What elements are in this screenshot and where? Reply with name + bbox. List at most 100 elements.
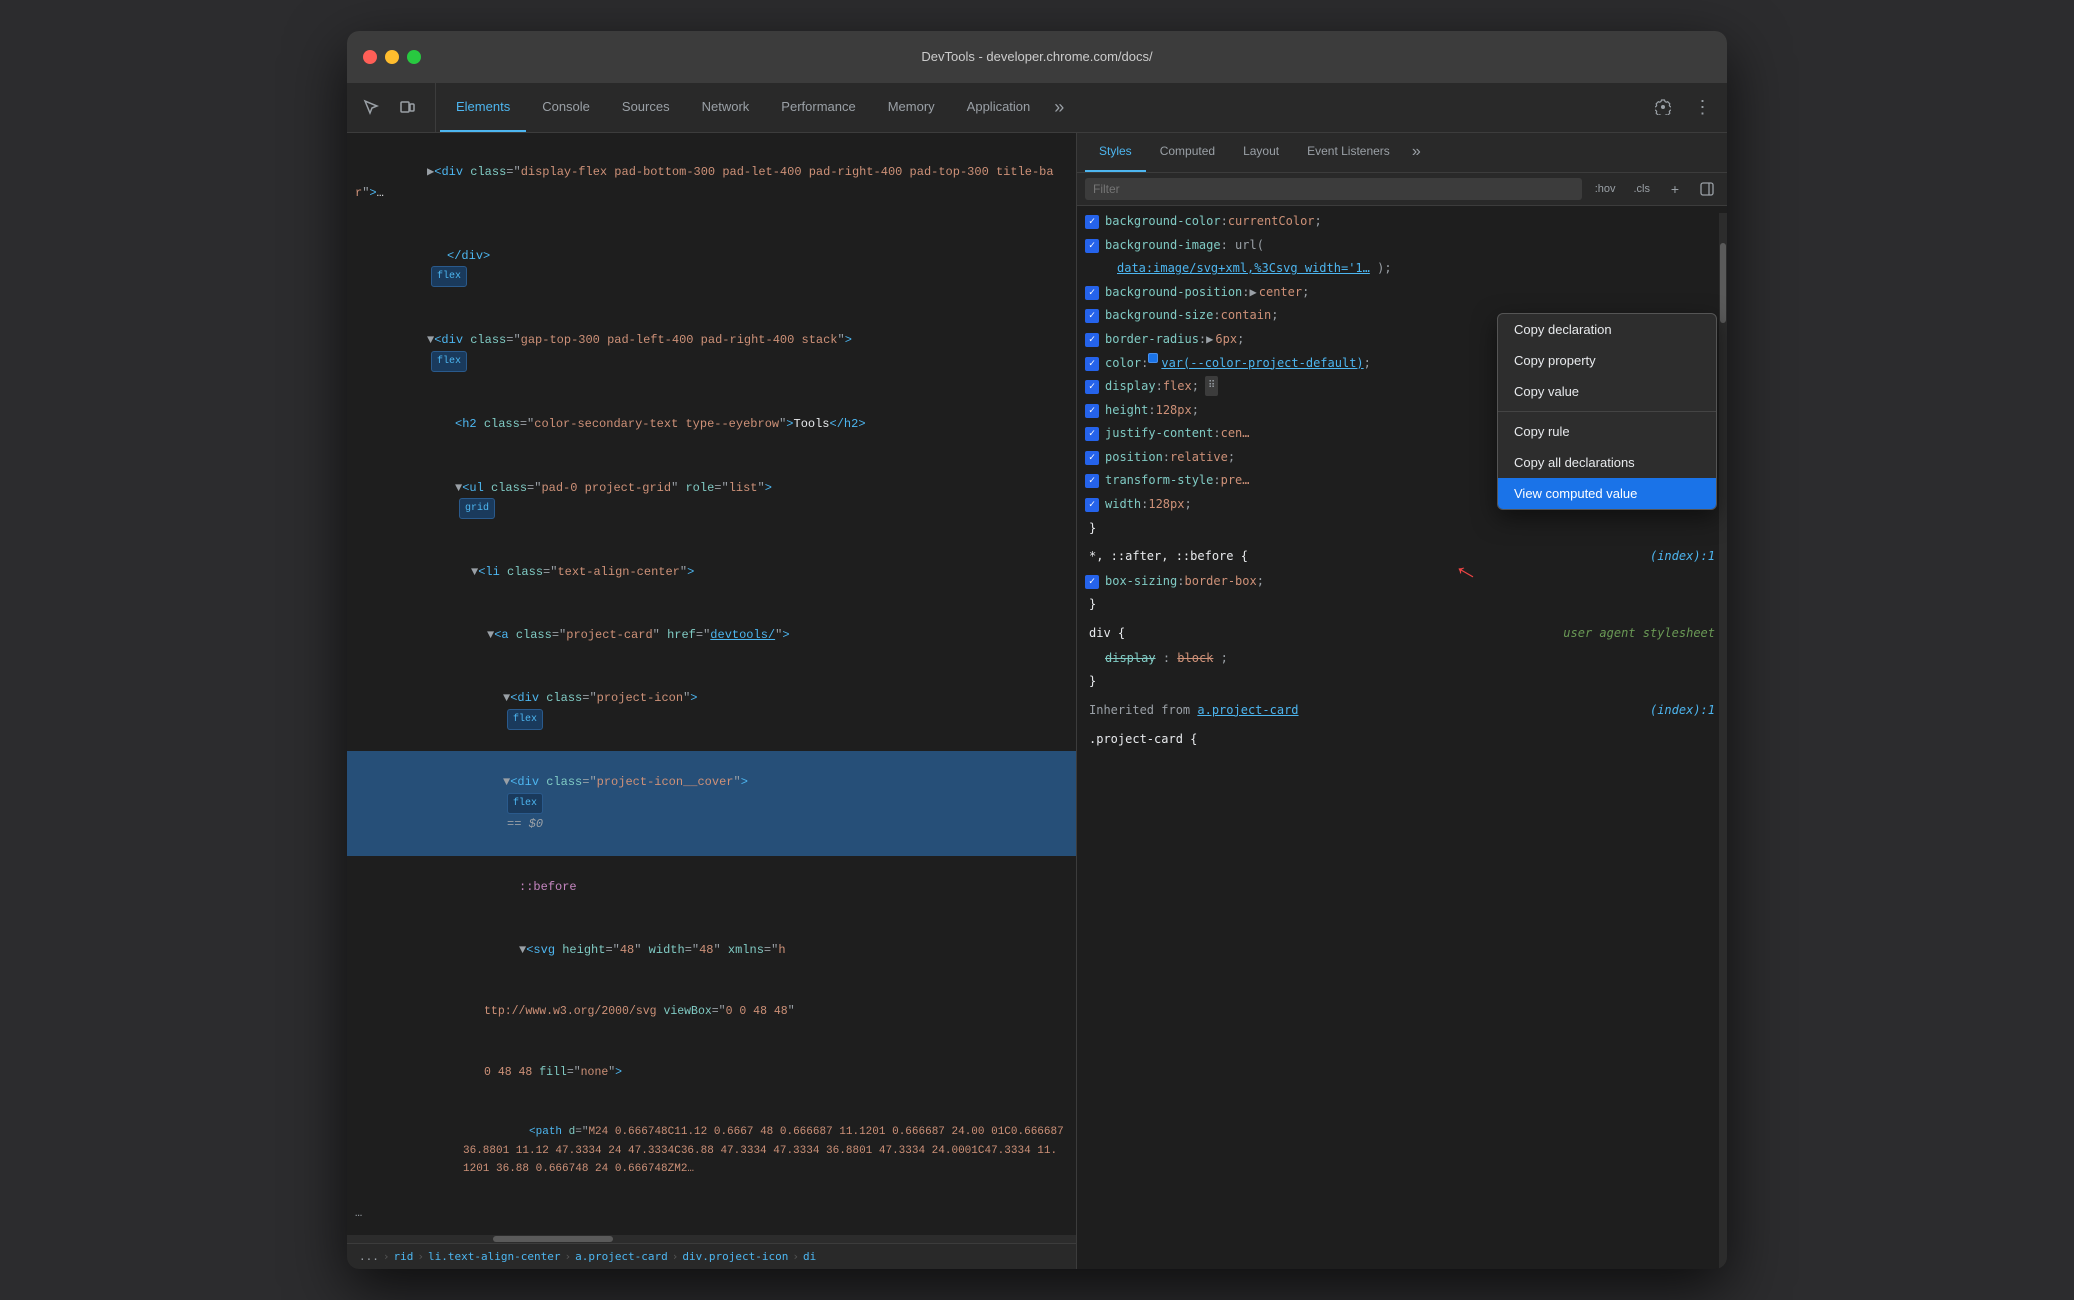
html-line: 0 48 48 fill="none"> xyxy=(347,1043,1076,1104)
declaration-checkbox[interactable] xyxy=(1085,498,1099,512)
color-swatch[interactable] xyxy=(1148,353,1158,363)
html-line: ttp://www.w3.org/2000/svg viewBox="0 0 4… xyxy=(347,982,1076,1043)
tab-application[interactable]: Application xyxy=(951,83,1047,132)
declaration-checkbox[interactable] xyxy=(1085,215,1099,229)
breadcrumb: ... › rid › li.text-align-center › a.pro… xyxy=(347,1243,1076,1269)
user-agent-rule-header: div { user agent stylesheet xyxy=(1077,617,1727,647)
maximize-button[interactable] xyxy=(407,50,421,64)
breadcrumb-item[interactable]: li.text-align-center xyxy=(428,1250,560,1263)
scrollbar-thumb-h xyxy=(493,1236,613,1242)
title-bar: DevTools - developer.chrome.com/docs/ xyxy=(347,31,1727,83)
universal-rule-header: *, ::after, ::before { (index):1 xyxy=(1077,540,1727,570)
copy-property-menu-item[interactable]: Copy property xyxy=(1498,345,1716,376)
menu-divider xyxy=(1498,411,1716,412)
css-declaration-display-block: display : block ; xyxy=(1077,647,1727,671)
inspect-icon[interactable] xyxy=(355,91,387,123)
toolbar-right: ⋮ xyxy=(1639,83,1719,132)
add-style-rule-button[interactable]: + xyxy=(1663,177,1687,201)
filter-bar: :hov .cls + xyxy=(1077,173,1727,206)
url-link[interactable]: data:image/svg+xml,%3Csvg width='1… xyxy=(1117,261,1370,275)
tab-layout[interactable]: Layout xyxy=(1229,133,1293,172)
pseudo-element: ::before xyxy=(519,880,577,894)
tab-performance[interactable]: Performance xyxy=(765,83,871,132)
view-computed-value-menu-item[interactable]: View computed value xyxy=(1498,478,1716,509)
close-button[interactable] xyxy=(363,50,377,64)
more-options-icon[interactable]: ⋮ xyxy=(1687,91,1719,123)
breadcrumb-item[interactable]: di xyxy=(803,1250,816,1263)
html-line: <path d="M24 0.666748C11.12 0.6667 48 0.… xyxy=(347,1103,1076,1198)
more-tabs-button[interactable]: » xyxy=(1046,83,1072,132)
hov-button[interactable]: :hov xyxy=(1590,180,1621,198)
css-var-link[interactable]: var(--color-project-default) xyxy=(1161,353,1363,375)
tab-elements[interactable]: Elements xyxy=(440,83,526,132)
elements-panel: ▶<div class="display-flex pad-bottom-300… xyxy=(347,133,1077,1269)
copy-value-menu-item[interactable]: Copy value xyxy=(1498,376,1716,407)
declaration-checkbox[interactable] xyxy=(1085,404,1099,418)
html-line: ▼<ul class="pad-0 project-grid" role="li… xyxy=(347,456,1076,540)
flex-badge[interactable]: flex xyxy=(431,266,467,287)
styles-panel: Styles Computed Layout Event Listeners »… xyxy=(1077,133,1727,1269)
toolbar-icons xyxy=(355,83,436,132)
declaration-checkbox[interactable] xyxy=(1085,239,1099,253)
copy-rule-menu-item[interactable]: Copy rule xyxy=(1498,416,1716,447)
breadcrumb-item[interactable]: rid xyxy=(394,1250,414,1263)
html-line: ▼<a class="project-card" href="devtools/… xyxy=(347,604,1076,667)
context-menu: Copy declaration Copy property Copy valu… xyxy=(1497,313,1717,510)
html-line-selected[interactable]: ▼<div class="project-icon__cover"> flex … xyxy=(347,751,1076,856)
toggle-sidebar-button[interactable] xyxy=(1695,177,1719,201)
flex-badge[interactable]: flex xyxy=(431,351,467,372)
html-line: ▼<li class="text-align-center"> xyxy=(347,540,1076,603)
settings-icon[interactable] xyxy=(1647,91,1679,123)
flex-display-icon[interactable]: ⠿ xyxy=(1205,376,1218,396)
cls-button[interactable]: .cls xyxy=(1629,180,1656,198)
breadcrumb-item[interactable]: a.project-card xyxy=(575,1250,668,1263)
tab-console[interactable]: Console xyxy=(526,83,606,132)
css-close-brace: } xyxy=(1077,593,1727,617)
window-title: DevTools - developer.chrome.com/docs/ xyxy=(921,49,1152,64)
devtools-window: DevTools - developer.chrome.com/docs/ El… xyxy=(347,31,1727,1269)
tab-computed[interactable]: Computed xyxy=(1146,133,1229,172)
breadcrumb-dots: ... xyxy=(359,1250,379,1263)
minimize-button[interactable] xyxy=(385,50,399,64)
more-style-tabs[interactable]: » xyxy=(1404,133,1429,172)
tab-memory[interactable]: Memory xyxy=(872,83,951,132)
declaration-checkbox[interactable] xyxy=(1085,427,1099,441)
css-declaration-box-sizing: box-sizing : border-box ; xyxy=(1077,570,1727,594)
declaration-checkbox[interactable] xyxy=(1085,286,1099,300)
tab-sources[interactable]: Sources xyxy=(606,83,686,132)
tab-styles[interactable]: Styles xyxy=(1085,133,1146,172)
html-line: ▶<div class="display-flex pad-bottom-300… xyxy=(347,141,1076,225)
html-line: ▼<div class="gap-top-300 pad-left-400 pa… xyxy=(347,309,1076,393)
vertical-scrollbar[interactable] xyxy=(1719,213,1727,1269)
main-content: ▶<div class="display-flex pad-bottom-300… xyxy=(347,133,1727,1269)
declaration-checkbox[interactable] xyxy=(1085,575,1099,589)
grid-badge[interactable]: grid xyxy=(459,498,495,519)
copy-all-declarations-menu-item[interactable]: Copy all declarations xyxy=(1498,447,1716,478)
inherited-from-link[interactable]: a.project-card xyxy=(1197,703,1298,717)
declaration-checkbox[interactable] xyxy=(1085,451,1099,465)
declaration-checkbox[interactable] xyxy=(1085,380,1099,394)
flex-badge[interactable]: flex xyxy=(507,709,543,730)
flex-badge[interactable]: flex xyxy=(507,793,543,814)
css-declaration-background-position: background-position : ▶ center ; xyxy=(1077,281,1727,305)
breadcrumb-item[interactable]: div.project-icon xyxy=(682,1250,788,1263)
declaration-checkbox[interactable] xyxy=(1085,333,1099,347)
devtools-toolbar: Elements Console Sources Network Perform… xyxy=(347,83,1727,133)
dollar-zero: == $0 xyxy=(507,817,543,831)
copy-declaration-menu-item[interactable]: Copy declaration xyxy=(1498,314,1716,345)
device-toolbar-icon[interactable] xyxy=(391,91,423,123)
declaration-checkbox[interactable] xyxy=(1085,309,1099,323)
html-line: ▼<svg height="48" width="48" xmlns="h xyxy=(347,919,1076,982)
inherited-source[interactable]: (index):1 xyxy=(1650,700,1715,722)
html-line: ▼<div class="project-icon"> flex xyxy=(347,667,1076,751)
tab-event-listeners[interactable]: Event Listeners xyxy=(1293,133,1404,172)
html-line: ::before xyxy=(347,856,1076,919)
horizontal-scrollbar[interactable] xyxy=(347,1235,1076,1243)
universal-rule-source[interactable]: (index):1 xyxy=(1650,546,1715,568)
more-elements: … xyxy=(347,1199,1076,1227)
tab-network[interactable]: Network xyxy=(686,83,766,132)
filter-input[interactable] xyxy=(1085,178,1582,200)
declaration-checkbox[interactable] xyxy=(1085,474,1099,488)
declaration-checkbox[interactable] xyxy=(1085,357,1099,371)
project-card-rule-header: .project-card { xyxy=(1077,727,1727,753)
